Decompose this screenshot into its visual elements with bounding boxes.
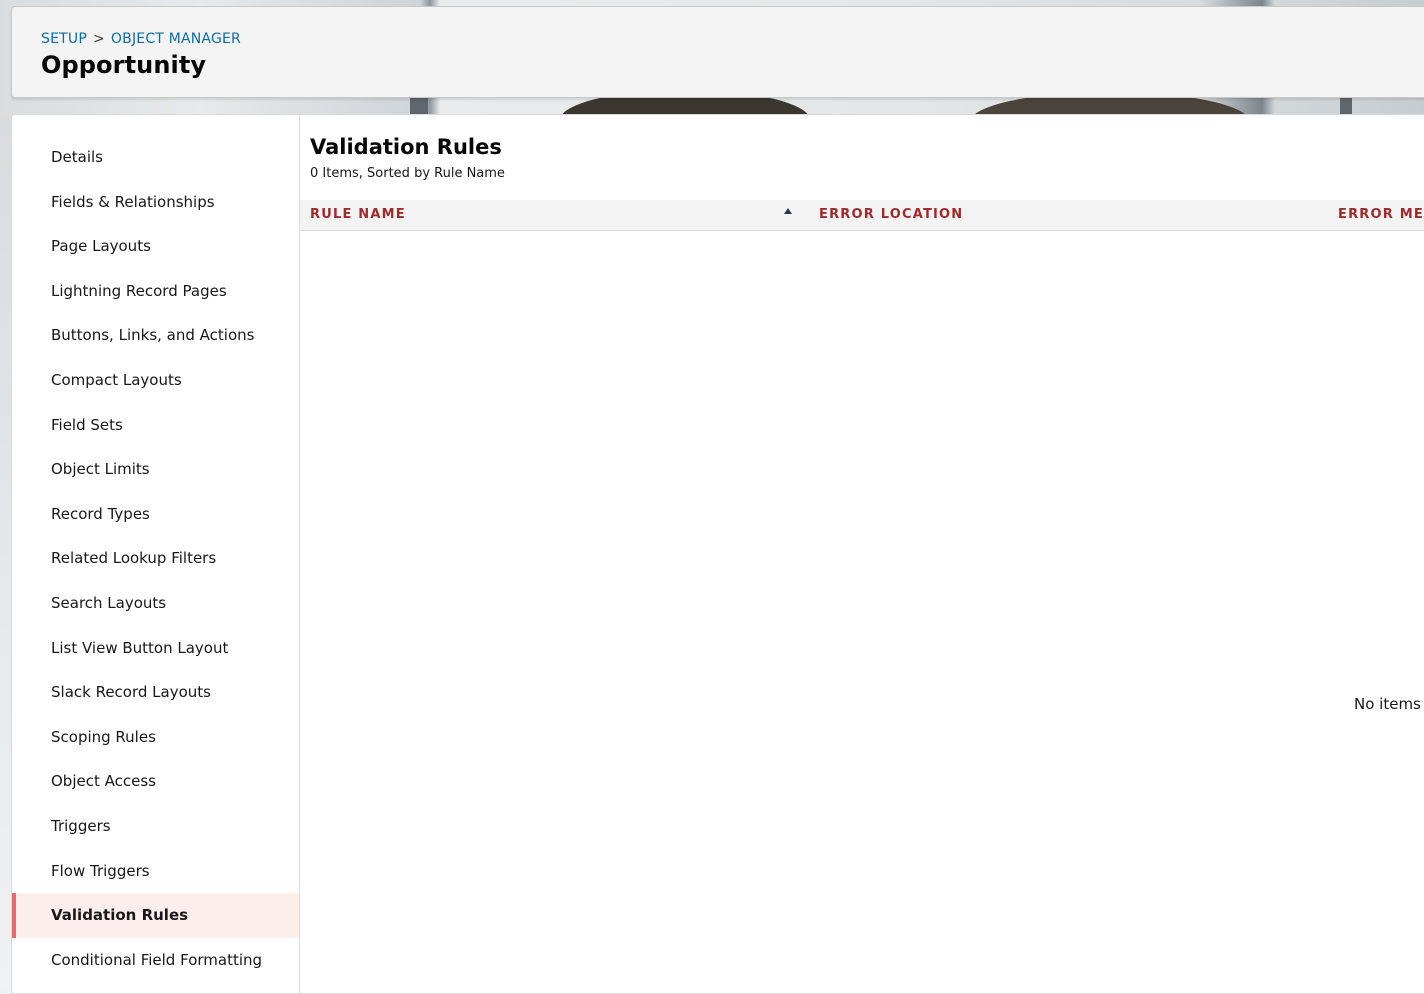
sidebar-item-lightning-record-pages[interactable]: Lightning Record Pages (12, 269, 299, 314)
sidebar-item-triggers[interactable]: Triggers (12, 804, 299, 849)
sidebar-item-record-types[interactable]: Record Types (12, 492, 299, 537)
sidebar-item-page-layouts[interactable]: Page Layouts (12, 224, 299, 269)
column-header-rule-name[interactable]: RULE NAME (310, 200, 406, 230)
item-count: 0 Items, Sorted by Rule Name (310, 166, 505, 181)
sidebar-item-slack-record-layouts[interactable]: Slack Record Layouts (12, 670, 299, 715)
sidebar-list: Details Fields & Relationships Page Layo… (12, 115, 299, 982)
column-header-error-message[interactable]: ERROR MES (1338, 200, 1424, 230)
page-title: Opportunity (41, 51, 207, 79)
sidebar-item-object-limits[interactable]: Object Limits (12, 447, 299, 492)
sidebar-item-search-layouts[interactable]: Search Layouts (12, 581, 299, 626)
object-header: SETUP > OBJECT MANAGER Opportunity (11, 6, 1424, 98)
sidebar-item-conditional-field-formatting[interactable]: Conditional Field Formatting (12, 938, 299, 983)
main-panel: Details Fields & Relationships Page Layo… (11, 114, 1424, 994)
section-title: Validation Rules (310, 135, 502, 159)
validation-rules-panel: Validation Rules 0 Items, Sorted by Rule… (300, 115, 1424, 993)
sidebar-item-object-access[interactable]: Object Access (12, 759, 299, 804)
table-header: RULE NAME ERROR LOCATION ERROR MES (300, 200, 1424, 231)
breadcrumb: SETUP > OBJECT MANAGER (41, 31, 241, 47)
sidebar-item-details[interactable]: Details (12, 135, 299, 180)
sidebar-item-buttons-links-actions[interactable]: Buttons, Links, and Actions (12, 313, 299, 358)
empty-state-message: No items t (1354, 695, 1424, 713)
sidebar-item-list-view-button-layout[interactable]: List View Button Layout (12, 626, 299, 671)
breadcrumb-separator: > (92, 31, 105, 47)
sidebar-item-flow-triggers[interactable]: Flow Triggers (12, 849, 299, 894)
breadcrumb-setup-link[interactable]: SETUP (41, 31, 87, 47)
sidebar-item-compact-layouts[interactable]: Compact Layouts (12, 358, 299, 403)
column-header-error-location[interactable]: ERROR LOCATION (819, 200, 963, 230)
sidebar-item-fields-relationships[interactable]: Fields & Relationships (12, 180, 299, 225)
sidebar-item-field-sets[interactable]: Field Sets (12, 403, 299, 448)
sidebar-item-related-lookup-filters[interactable]: Related Lookup Filters (12, 536, 299, 581)
sidebar-item-scoping-rules[interactable]: Scoping Rules (12, 715, 299, 760)
object-sidebar: Details Fields & Relationships Page Layo… (12, 115, 300, 993)
arrow-up-icon[interactable] (784, 208, 792, 214)
sidebar-item-validation-rules[interactable]: Validation Rules (12, 893, 299, 938)
breadcrumb-object-manager-link[interactable]: OBJECT MANAGER (111, 31, 241, 47)
